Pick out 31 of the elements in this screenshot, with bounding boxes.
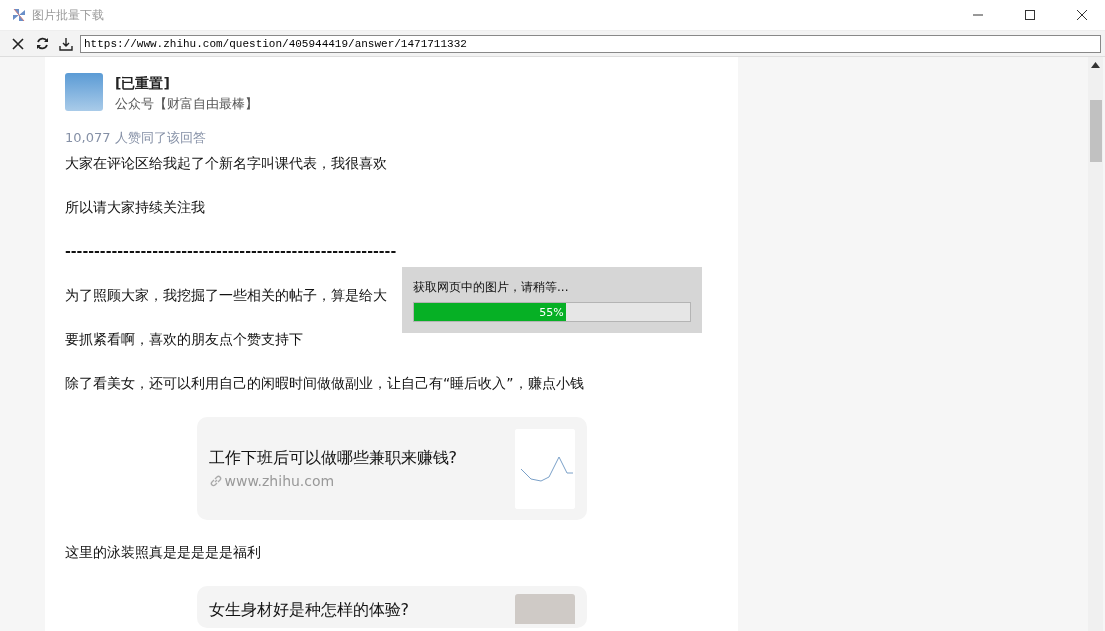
author-name[interactable]: [已重置]	[115, 75, 258, 93]
avatar-image	[65, 73, 103, 111]
dashed-separator-text: ---------------------------------------------------------	[65, 242, 397, 261]
app-icon	[12, 8, 26, 22]
link-card[interactable]: 女生身材好是种怎样的体验?	[196, 586, 587, 628]
scrollbar-thumb[interactable]	[1089, 100, 1102, 162]
author-bio: 公众号【财富自由最棒】	[115, 95, 258, 113]
photo-placeholder	[514, 594, 575, 624]
paragraph: 大家在评论区给我起了个新名字叫课代表，我很喜欢	[65, 154, 387, 173]
close-icon	[1077, 10, 1087, 20]
cross-icon	[12, 37, 24, 50]
maximize-icon	[1025, 10, 1035, 20]
paragraph: 这里的泳装照真是是是是是福利	[65, 543, 261, 562]
paragraph: 为了照顾大家，我挖掘了一些相关的帖子，算是给大	[65, 286, 387, 305]
link-card-url: www.zhihu.com	[208, 473, 515, 489]
progress-percent: 55%	[539, 305, 565, 319]
url-field[interactable]: https://www.zhihu.com/question/405944419/answer/1471711332	[80, 34, 1101, 53]
paragraph: 除了看美女，还可以利用自己的闲暇时间做做副业，让自己有“睡后收入”，赚点小钱	[65, 374, 584, 393]
link-card-title: 女生身材好是种怎样的体验?	[208, 600, 410, 621]
vote-count: 10,077 人赞同了该回答	[65, 129, 207, 147]
link-card-title: 工作下班后可以做哪些兼职来赚钱?	[208, 448, 458, 469]
download-icon	[59, 36, 73, 51]
paragraph: 要抓紧看啊，喜欢的朋友点个赞支持下	[65, 330, 303, 349]
progress-message: 获取网页中的图片，请稍等...	[413, 279, 570, 296]
link-card[interactable]: 工作下班后可以做哪些兼职来赚钱? www.zhihu.com	[196, 417, 587, 520]
window-title: 图片批量下载	[32, 6, 104, 24]
link-icon	[208, 474, 223, 488]
paragraph: 所以请大家持续关注我	[65, 198, 205, 217]
scroll-up-icon	[1091, 62, 1100, 68]
scrollbar[interactable]	[1088, 57, 1103, 631]
refresh-icon	[35, 37, 49, 50]
